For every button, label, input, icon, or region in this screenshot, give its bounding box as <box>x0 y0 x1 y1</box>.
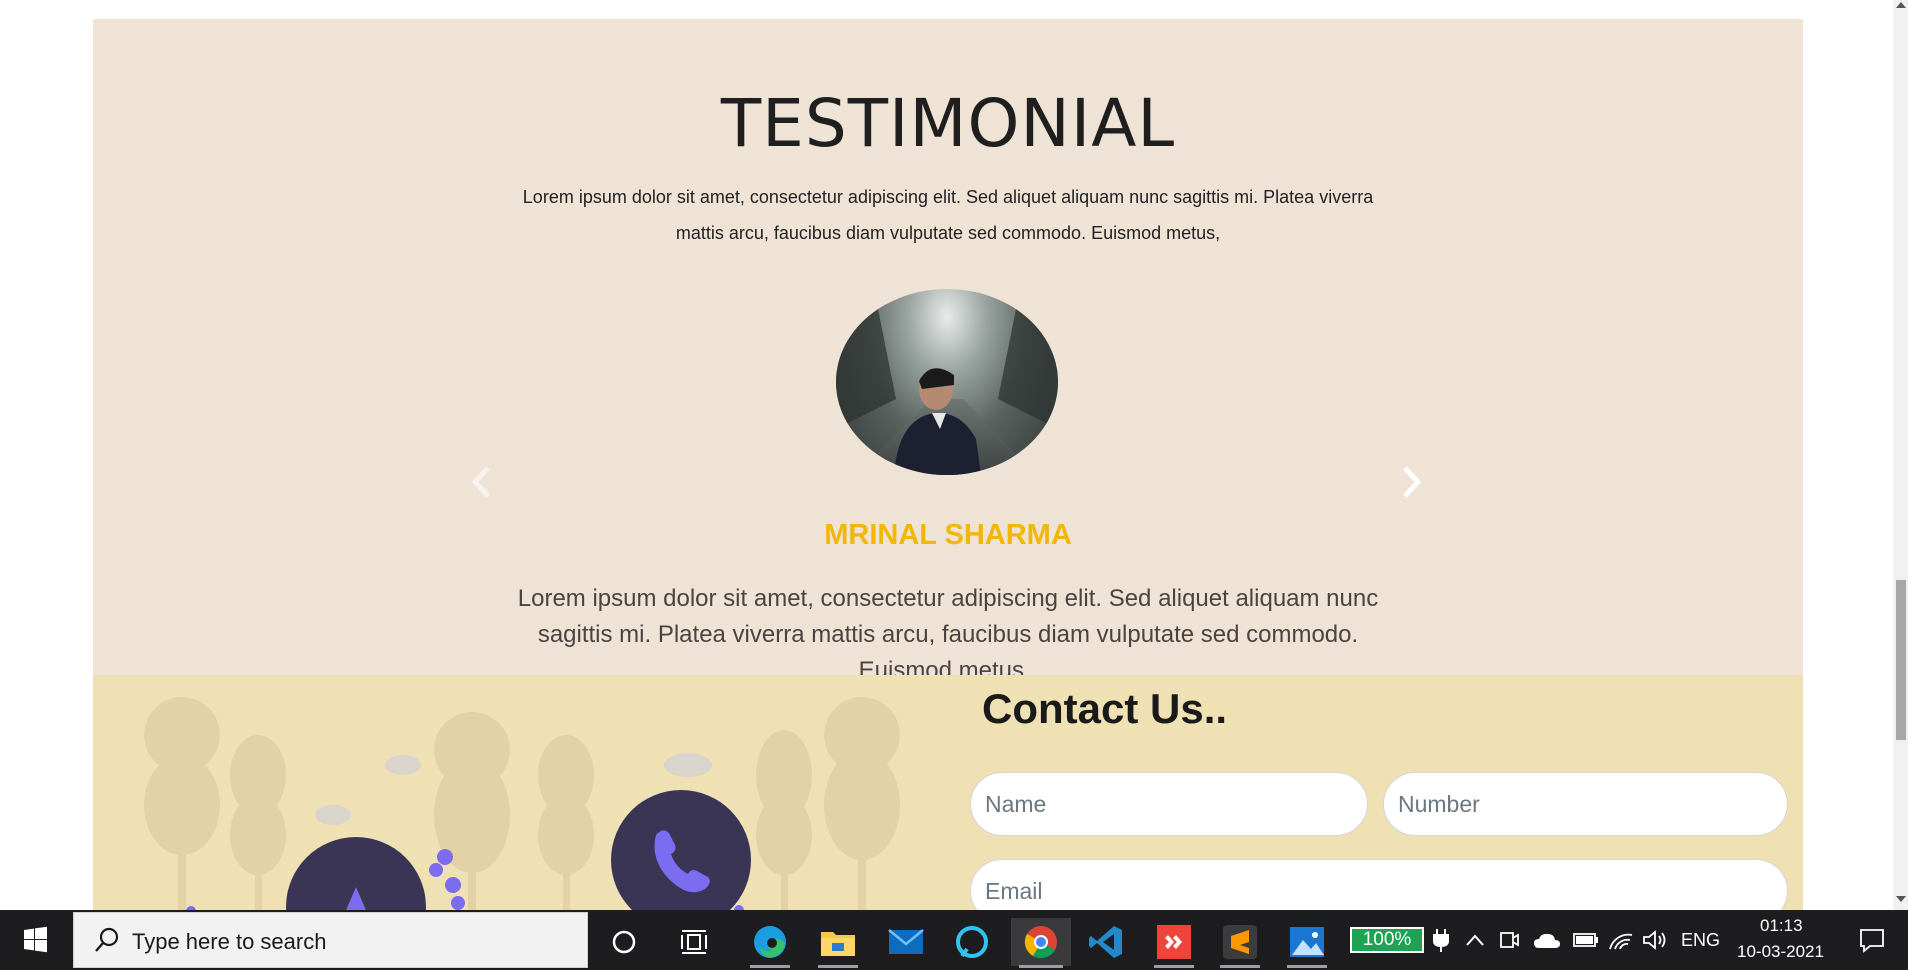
meet-now-button[interactable] <box>1494 922 1524 958</box>
name-field[interactable] <box>970 772 1368 836</box>
person-photo <box>836 299 1058 475</box>
task-view-button[interactable] <box>666 918 722 966</box>
scroll-up-arrow-icon[interactable] <box>1896 2 1906 8</box>
anydesk-app[interactable] <box>1146 918 1202 968</box>
notification-icon <box>1860 929 1884 953</box>
testimonial-quote: Lorem ipsum dolor sit amet, consectetur … <box>517 585 1379 684</box>
clock-date[interactable]: 10-03-2021 <box>1737 942 1824 962</box>
chevron-right-icon <box>1403 466 1422 498</box>
carousel-prev-button[interactable] <box>466 465 496 505</box>
mail-icon <box>888 929 924 954</box>
onedrive-button[interactable] <box>1530 922 1564 958</box>
edge-app[interactable] <box>742 918 798 968</box>
taskbar-search-box[interactable]: Type here to search <box>73 912 588 968</box>
chevron-left-icon <box>471 466 490 498</box>
wifi-icon <box>1609 933 1633 950</box>
language-indicator[interactable]: ENG <box>1681 930 1720 951</box>
scroll-down-arrow-icon[interactable] <box>1896 896 1906 902</box>
notifications-button[interactable] <box>1854 922 1890 958</box>
alexa-app[interactable] <box>944 918 1000 966</box>
mail-app[interactable] <box>878 918 934 966</box>
search-placeholder: Type here to search <box>132 929 327 954</box>
chrome-app[interactable] <box>1011 918 1071 968</box>
testimonial-avatar <box>836 289 1058 475</box>
file-explorer-icon <box>821 932 855 956</box>
testimonial-name: MRINAL SHARMA <box>824 519 1072 551</box>
anydesk-icon <box>1157 925 1191 959</box>
battery-charging-icon <box>1573 933 1598 947</box>
sublime-text-app[interactable] <box>1212 918 1268 968</box>
cortana-button[interactable] <box>596 918 652 966</box>
onedrive-cloud-icon <box>1534 933 1560 948</box>
battery-tray-button[interactable] <box>1568 922 1602 958</box>
wifi-button[interactable] <box>1604 922 1638 958</box>
page-scrollbar[interactable] <box>1893 0 1908 910</box>
search-icon <box>95 927 119 952</box>
task-view-icon <box>681 930 707 954</box>
start-button[interactable] <box>12 922 58 958</box>
windows-taskbar: Type here to search 100% ENG 01:13 10-03… <box>0 910 1908 970</box>
power-plug-icon <box>1433 929 1449 952</box>
show-hidden-icons-button[interactable] <box>1460 922 1490 958</box>
photos-app[interactable] <box>1279 918 1335 968</box>
alexa-icon <box>956 926 988 958</box>
power-plug-button[interactable] <box>1426 922 1456 958</box>
number-field[interactable] <box>1383 772 1788 836</box>
clock-time[interactable]: 01:13 <box>1760 916 1803 936</box>
edge-icon <box>754 926 786 958</box>
phone-icon <box>611 790 751 930</box>
chevron-up-icon <box>1466 934 1484 946</box>
carousel-next-button[interactable] <box>1397 465 1427 505</box>
battery-indicator[interactable]: 100% <box>1350 927 1424 953</box>
testimonial-intro: Lorem ipsum dolor sit amet, consectetur … <box>522 187 1374 243</box>
vscode-icon <box>1089 926 1122 958</box>
windows-start-icon <box>24 926 47 953</box>
volume-button[interactable] <box>1638 922 1672 958</box>
file-explorer-app[interactable] <box>810 918 866 968</box>
testimonial-title: TESTIMONIAL <box>720 85 1176 162</box>
testimonial-section: TESTIMONIAL Lorem ipsum dolor sit amet, … <box>93 19 1803 684</box>
speaker-volume-icon <box>1643 930 1666 950</box>
vscode-app[interactable] <box>1078 918 1134 966</box>
meet-now-icon <box>1500 932 1519 948</box>
page: TESTIMONIAL Lorem ipsum dolor sit amet, … <box>0 0 1908 970</box>
chrome-icon <box>1024 926 1057 959</box>
sublime-icon <box>1223 925 1257 959</box>
photos-icon <box>1290 927 1324 957</box>
scroll-thumb[interactable] <box>1896 580 1906 740</box>
cortana-icon <box>612 930 636 954</box>
contact-title: Contact Us.. <box>982 685 1228 732</box>
